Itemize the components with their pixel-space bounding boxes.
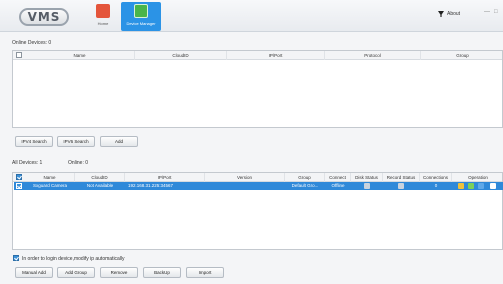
- all-devices-count: All Devices: 1: [12, 160, 43, 166]
- nav-home-button[interactable]: Home: [88, 2, 118, 31]
- row-group: Default Gro...: [291, 183, 319, 188]
- online-col-protocol[interactable]: Protocol: [325, 51, 421, 60]
- row-checkbox[interactable]: [16, 183, 22, 189]
- top-bar: VMS Home Device Manager About — □: [0, 0, 503, 32]
- manual-add-button[interactable]: Manual Add: [15, 267, 53, 278]
- minimize-button[interactable]: —: [484, 9, 490, 15]
- row-version: [205, 182, 285, 190]
- vms-logo: VMS: [19, 8, 69, 26]
- all-col-ipport[interactable]: IP/Port: [125, 173, 205, 182]
- all-devices-table: Name CloudID IP/Port Version Group Conne…: [12, 172, 503, 250]
- disk-status-icon: [364, 183, 370, 189]
- all-col-disk-status[interactable]: Disk Status: [351, 173, 383, 182]
- all-col-name[interactable]: Name: [25, 173, 75, 182]
- online-col-name[interactable]: Name: [25, 51, 135, 60]
- nav-home-label: Home: [97, 21, 109, 26]
- all-table-header: Name CloudID IP/Port Version Group Conne…: [13, 173, 502, 182]
- auto-modify-ip-label: In order to login device,modify ip autom…: [22, 256, 125, 262]
- all-col-version[interactable]: Version: [205, 173, 285, 182]
- config-icon[interactable]: [468, 183, 474, 189]
- nav-device-manager-button[interactable]: Device Manager: [121, 2, 161, 31]
- online-select-all-checkbox[interactable]: [16, 52, 22, 58]
- about-link[interactable]: About: [447, 11, 460, 17]
- row-cloudid: Not Available: [86, 183, 114, 188]
- all-col-connect[interactable]: Connect: [325, 173, 351, 182]
- row-connections: 0: [434, 183, 438, 188]
- backup-button[interactable]: BackUp: [143, 267, 181, 278]
- all-select-all-checkbox[interactable]: [16, 174, 22, 180]
- device-manager-icon: [134, 4, 148, 18]
- ipv4-search-button[interactable]: IPV4 Search: [15, 136, 53, 147]
- add-button[interactable]: Add: [100, 136, 138, 147]
- online-devices-table: Name CloudID IP/Port Protocol Group: [12, 50, 503, 128]
- refresh-icon[interactable]: [490, 183, 496, 189]
- online-col-ipport[interactable]: IP/Port: [227, 51, 325, 60]
- record-status-icon: [398, 183, 404, 189]
- online-count: Online: 0: [68, 160, 89, 166]
- table-row[interactable]: Sxguard Camera Not Available 192.168.31.…: [14, 182, 503, 190]
- add-group-button[interactable]: Add Group: [57, 267, 95, 278]
- all-col-cloudid[interactable]: CloudID: [75, 173, 125, 182]
- maximize-button[interactable]: □: [494, 9, 498, 15]
- online-table-header: Name CloudID IP/Port Protocol Group: [13, 51, 502, 60]
- import-button[interactable]: Import: [186, 267, 224, 278]
- all-col-operation[interactable]: Operation: [452, 173, 503, 182]
- remove-button[interactable]: Remove: [100, 267, 138, 278]
- edit-icon[interactable]: [458, 183, 464, 189]
- row-ipport: 192.168.31.225:34567: [128, 183, 174, 188]
- online-col-group[interactable]: Group: [421, 51, 503, 60]
- info-icon[interactable]: [478, 183, 484, 189]
- row-connect-status: Offline: [331, 183, 345, 188]
- auto-modify-ip-checkbox[interactable]: [13, 255, 19, 261]
- all-col-connections[interactable]: Connections: [420, 173, 452, 182]
- home-icon: [96, 4, 110, 18]
- online-devices-title: Online Devices: 0: [12, 40, 52, 46]
- all-col-group[interactable]: Group: [285, 173, 325, 182]
- about-icon[interactable]: [438, 11, 444, 17]
- row-name: Sxguard Camera: [32, 183, 68, 188]
- nav-device-manager-label: Device Manager: [126, 21, 156, 26]
- ipv6-search-button[interactable]: IPV6 Search: [57, 136, 95, 147]
- all-col-record-status[interactable]: Record Status: [383, 173, 420, 182]
- online-col-cloudid[interactable]: CloudID: [135, 51, 227, 60]
